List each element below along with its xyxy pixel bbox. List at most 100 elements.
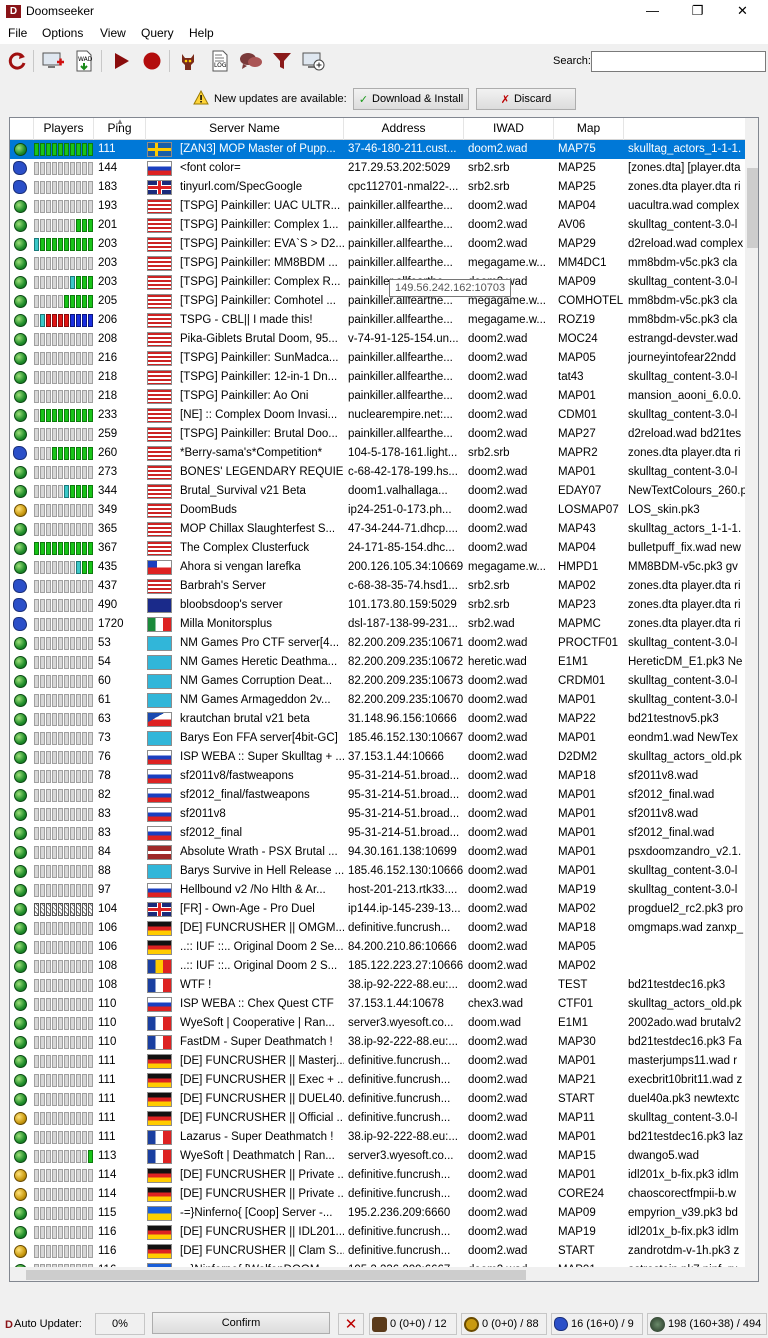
server-row[interactable]: 82 sf2012_final/fastweapons 95-31-214-51.b… [10,786,745,805]
server-row[interactable]: 108 WTF ! 38.ip-92-222-88.eu:... doom2.wad T… [10,976,745,995]
player-slot [46,162,51,175]
server-row[interactable]: 144 <font color= 217.29.53.202:5029 srb2.sr… [10,159,745,178]
server-row[interactable]: 193 [TSPG] Painkiller: UAC ULTR... painkil… [10,197,745,216]
server-row[interactable]: 365 MOP Chillax Slaughterfest S... 47-34-2… [10,520,745,539]
server-row[interactable]: 116 [DE] FUNCRUSHER || Clam S... definitiv… [10,1242,745,1261]
server-row[interactable]: 273 BONES' LEGENDARY REQUIEM c-68-42-178-1… [10,463,745,482]
server-row[interactable]: 83 sf2011v8 95-31-214-51.broad... doom2.wad… [10,805,745,824]
menu-options[interactable]: Options [42,26,83,40]
add-server-icon[interactable] [300,48,326,74]
menu-query[interactable]: Query [141,26,174,40]
server-row[interactable]: 344 Brutal_Survival v21 Beta doom1.valhall… [10,482,745,501]
server-row[interactable]: 84 Absolute Wrath - PSX Brutal ... 94.30.1… [10,843,745,862]
horizontal-scrollbar[interactable] [10,1267,745,1281]
server-row[interactable]: 115 -=}Ninferno{ [Coop] Server -... 195.2.… [10,1204,745,1223]
server-row[interactable]: 111 Lazarus - Super Deathmatch ! 38.ip-92-… [10,1128,745,1147]
server-row[interactable]: 53 NM Games Pro CTF server[4... 82.200.209… [10,634,745,653]
search-input[interactable] [591,51,766,72]
column-header-server-name[interactable]: Server Name [146,118,344,140]
server-row[interactable]: 218 [TSPG] Painkiller: Ao Oni painkiller.a… [10,387,745,406]
refresh-icon[interactable] [4,48,30,74]
server-row[interactable]: 1720 Milla Monitorsplus dsl-187-138-99-231… [10,615,745,634]
server-row[interactable]: 183 tinyurl.com/SpecGoogle cpc112701-nmal2… [10,178,745,197]
server-row[interactable]: 76 ISP WEBA :: Super Skulltag + ... 37.153… [10,748,745,767]
server-row[interactable]: 208 Pika-Giblets Brutal Doom, 95... v-74-9… [10,330,745,349]
server-row[interactable]: 216 [TSPG] Painkiller: SunMadca... painkil… [10,349,745,368]
server-row[interactable]: 110 FastDM - Super Deathmatch ! 38.ip-92-2… [10,1033,745,1052]
column-header-players[interactable]: Players [34,118,94,140]
server-row[interactable]: 61 NM Games Armageddon 2v... 82.200.209.23… [10,691,745,710]
server-row[interactable]: 106 [DE] FUNCRUSHER || OMGM... definitive.… [10,919,745,938]
column-header-ping[interactable]: ▲ Ping [94,118,146,140]
server-row[interactable]: 349 DoomBuds ip24-251-0-173.ph... doom2.wad… [10,501,745,520]
column-header-icon[interactable] [10,118,34,140]
server-row[interactable]: 111 [DE] FUNCRUSHER || Masterj... definiti… [10,1052,745,1071]
demo-icon[interactable] [175,48,201,74]
server-row[interactable]: 63 krautchan brutal v21 beta 31.148.96.156… [10,710,745,729]
horizontal-scroll-thumb[interactable] [26,1270,526,1280]
server-row[interactable]: 437 Barbrah's Server c-68-38-35-74.hsd1...… [10,577,745,596]
server-row[interactable]: 106 ..:: IUF ::.. Original Doom 2 Se... 84… [10,938,745,957]
vertical-scrollbar[interactable] [745,118,758,1281]
server-row[interactable]: 203 [TSPG] Painkiller: EVA`S > D2... paink… [10,235,745,254]
server-row[interactable]: 111 [DE] FUNCRUSHER || Official ... defini… [10,1109,745,1128]
discard-button[interactable]: ✗ Discard [476,88,576,110]
server-row[interactable]: 114 [DE] FUNCRUSHER || Private ... definit… [10,1185,745,1204]
server-row[interactable]: 108 ..:: IUF ::.. Original Doom 2 S... 185… [10,957,745,976]
server-row[interactable]: 110 WyeSoft | Cooperative | Ran... server3… [10,1014,745,1033]
server-row[interactable]: 201 [TSPG] Painkiller: Complex 1... painki… [10,216,745,235]
server-row[interactable]: 206 TSPG - CBL|| I made this! painkiller.a… [10,311,745,330]
server-row[interactable]: 114 [DE] FUNCRUSHER || Private ... definit… [10,1166,745,1185]
record-icon[interactable] [139,48,165,74]
close-button[interactable]: ✕ [720,0,765,24]
column-header-wads[interactable] [624,118,745,140]
server-row[interactable]: 111 [ZAN3] MOP Master of Pupp... 37-46-180… [10,140,745,159]
server-row[interactable]: 83 sf2012_final 95-31-214-51.broad... doom2… [10,824,745,843]
menu-file[interactable]: File [8,26,27,40]
server-row[interactable]: 203 [TSPG] Painkiller: MM8BDM ... painkill… [10,254,745,273]
confirm-button[interactable]: Confirm [152,1312,330,1334]
log-icon[interactable]: LOG [207,48,233,74]
server-row[interactable]: 435 Ahora si vengan larefka 200.126.105.34… [10,558,745,577]
wad-download-icon[interactable]: WAD [71,48,97,74]
play-icon[interactable] [108,48,134,74]
server-row[interactable]: 116 [DE] FUNCRUSHER || IDL201... definitiv… [10,1223,745,1242]
minimize-button[interactable]: — [630,0,675,24]
server-row[interactable]: 97 Hellbound v2 /No Hlth & Ar... host-201-… [10,881,745,900]
server-row[interactable]: 203[TSPG] Painkiller: Complex R...painki… [10,273,745,292]
chat-icon[interactable] [238,48,264,74]
filter-icon[interactable] [269,48,295,74]
column-header-iwad[interactable]: IWAD [464,118,554,140]
abort-icon[interactable]: ✕ [338,1313,364,1335]
server-row[interactable]: 110 ISP WEBA :: Chex Quest CTF 37.153.1.44… [10,995,745,1014]
server-row[interactable]: 60 NM Games Corruption Deat... 82.200.209.… [10,672,745,691]
server-row[interactable]: 260 *Berry-sama's*Competition* 104-5-178-1… [10,444,745,463]
maximize-button[interactable]: ❐ [675,0,720,24]
server-row[interactable]: 205 [TSPG] Painkiller: Comhotel ... painki… [10,292,745,311]
server-row[interactable]: 367 The Complex Clusterfuck 24-171-85-154.… [10,539,745,558]
server-row[interactable]: 54 NM Games Heretic Deathma... 82.200.209.… [10,653,745,672]
menu-help[interactable]: Help [189,26,214,40]
menu-view[interactable]: View [100,26,126,40]
server-name-cell: sf2011v8 [180,808,226,820]
server-row[interactable]: 88 Barys Survive in Hell Release ... 185.4… [10,862,745,881]
column-header-address[interactable]: Address [344,118,464,140]
search-label: Search: [553,55,591,67]
download-install-button[interactable]: ✓ Download & Install [353,88,469,110]
create-game-icon[interactable] [40,48,66,74]
vertical-scroll-thumb[interactable] [747,168,758,248]
server-row[interactable]: 104 [FR] - Own-Age - Pro Duel ip144.ip-145… [10,900,745,919]
server-row[interactable]: 113 WyeSoft | Deathmatch | Ran... server3.… [10,1147,745,1166]
server-row[interactable]: 111 [DE] FUNCRUSHER || Exec + ... definiti… [10,1071,745,1090]
server-row[interactable]: 218 [TSPG] Painkiller: 12-in-1 Dn... paink… [10,368,745,387]
column-header-map[interactable]: Map [554,118,624,140]
server-row[interactable]: 490 bloobsdoop's server 101.173.80.159:502… [10,596,745,615]
server-row[interactable]: 233 [NE] :: Complex Doom Invasi... nuclear… [10,406,745,425]
server-row[interactable]: 111 [DE] FUNCRUSHER || DUEL40... definitiv… [10,1090,745,1109]
server-list[interactable]: Players ▲ Ping Server Name Address IWAD … [9,117,759,1282]
server-row[interactable]: 259 [TSPG] Painkiller: Brutal Doo... paink… [10,425,745,444]
server-row[interactable]: 73 Barys Eon FFA server[4bit-GC] 185.46.15… [10,729,745,748]
player-slot [58,1017,63,1030]
server-row[interactable]: 78 sf2011v8/fastweapons 95-31-214-51.broad… [10,767,745,786]
country-flag-icon [147,750,172,765]
